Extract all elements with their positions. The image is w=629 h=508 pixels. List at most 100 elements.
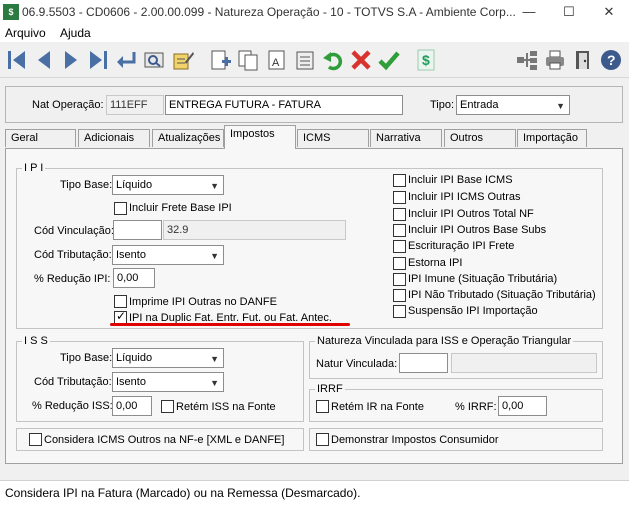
chevron-down-icon: ▼ <box>556 101 565 111</box>
iss-cod-tributacao-select[interactable]: Isento ▼ <box>112 372 224 392</box>
retem-ir-label: Retém IR na Fonte <box>331 401 424 413</box>
app-icon: $ <box>3 4 19 20</box>
ipi-tipo-base-select[interactable]: Líquido ▼ <box>112 175 224 195</box>
print-icon <box>546 50 564 70</box>
status-text: Considera IPI na Fatura (Marcado) ou na … <box>5 486 361 500</box>
imprime-ipi-checkbox[interactable] <box>114 295 127 308</box>
natur-vinculada-input[interactable] <box>399 353 448 373</box>
escrituracao-ipi-frete-label: Escrituração IPI Frete <box>408 240 515 252</box>
hierarchy-button[interactable] <box>515 48 539 72</box>
print-button[interactable] <box>543 48 567 72</box>
incluir-ipi-outros-total-label: Incluir IPI Outros Total NF <box>408 208 534 220</box>
reducao-iss-input[interactable]: 0,00 <box>112 396 152 416</box>
ipi-cod-tributacao-label: Cód Tributação: <box>34 249 112 261</box>
next-icon <box>65 51 77 69</box>
menu-ajuda[interactable]: Ajuda <box>60 26 91 40</box>
reducao-ipi-input[interactable]: 0,00 <box>113 268 155 288</box>
menu-bar <box>0 24 629 42</box>
chevron-down-icon: ▼ <box>210 378 219 388</box>
incluir-frete-label: Incluir Frete Base IPI <box>129 202 232 214</box>
prev-record-button[interactable] <box>32 48 56 72</box>
incluir-ipi-outros-base-label: Incluir IPI Outros Base Subs <box>408 224 547 236</box>
retem-iss-label: Retém ISS na Fonte <box>176 401 276 413</box>
reducao-ipi-label: % Redução IPI: <box>34 273 111 285</box>
copy-button[interactable] <box>236 48 260 72</box>
edit-form-icon <box>173 52 194 70</box>
demonstrar-impostos-label: Demonstrar Impostos Consumidor <box>331 434 499 446</box>
irrf-label: % IRRF: <box>455 401 497 413</box>
prev-icon <box>38 51 50 69</box>
edit-form-button[interactable] <box>171 48 195 72</box>
ipi-imune-checkbox[interactable] <box>393 273 406 286</box>
copy-icon <box>238 50 258 71</box>
first-record-button[interactable] <box>5 48 29 72</box>
suspensao-ipi-importacao-checkbox[interactable] <box>393 305 406 318</box>
tab-importacao[interactable]: Importação <box>517 129 587 147</box>
tab-outros[interactable]: Outros <box>444 129 516 147</box>
svg-text:A: A <box>272 57 280 69</box>
confirm-icon <box>378 51 400 71</box>
tab-geral[interactable]: Geral <box>5 129 76 147</box>
ipi-cod-tributacao-select[interactable]: Isento ▼ <box>112 245 224 265</box>
help-button[interactable]: ? <box>599 48 623 72</box>
incluir-ipi-outros-base-checkbox[interactable] <box>393 224 406 237</box>
demonstrar-impostos-checkbox[interactable] <box>316 433 329 446</box>
iss-tipo-base-select[interactable]: Líquido ▼ <box>112 348 224 368</box>
retem-ir-checkbox[interactable] <box>316 400 329 413</box>
chevron-down-icon: ▼ <box>210 354 219 364</box>
exit-button[interactable] <box>571 48 595 72</box>
incluir-ipi-base-icms-checkbox[interactable] <box>393 174 406 187</box>
iss-cod-tributacao-label: Cód Tributação: <box>34 376 112 388</box>
considera-icms-label: Considera ICMS Outros na NF-e [XML e DAN… <box>44 434 285 446</box>
ipi-nao-tributado-label: IPI Não Tributado (Situação Tributária) <box>408 289 596 301</box>
nat-operacao-description[interactable]: ENTREGA FUTURA - FATURA <box>165 95 403 115</box>
tab-narrativa[interactable]: Narrativa <box>370 129 442 147</box>
incluir-ipi-icms-outras-label: Incluir IPI ICMS Outras <box>408 191 521 203</box>
text-button[interactable]: A <box>265 48 289 72</box>
last-icon <box>90 51 107 69</box>
nat-operacao-label: Nat Operação: <box>32 99 104 111</box>
preview-button[interactable] <box>142 48 166 72</box>
next-record-button[interactable] <box>59 48 83 72</box>
list-button[interactable] <box>293 48 317 72</box>
irrf-input[interactable]: 0,00 <box>498 396 547 416</box>
confirm-button[interactable] <box>377 48 401 72</box>
cancel-button[interactable] <box>349 48 373 72</box>
natur-vinculada-label: Natur Vinculada: <box>316 358 398 370</box>
money-button[interactable]: $ <box>414 48 438 72</box>
tab-atualizacoes[interactable]: Atualizações <box>152 129 224 147</box>
incluir-ipi-outros-total-checkbox[interactable] <box>393 208 406 221</box>
minimize-button[interactable]: — <box>509 0 549 24</box>
iss-tipo-base-label: Tipo Base: <box>60 352 113 364</box>
iss-legend: I S S <box>22 335 50 347</box>
tab-adicionais[interactable]: Adicionais <box>78 129 150 147</box>
escrituracao-ipi-frete-checkbox[interactable] <box>393 240 406 253</box>
undo-button[interactable] <box>321 48 345 72</box>
tipo-value: Entrada <box>460 99 499 111</box>
menu-arquivo[interactable]: Arquivo <box>5 26 46 40</box>
incluir-frete-checkbox[interactable] <box>114 202 127 215</box>
highlight-underline <box>110 323 350 326</box>
last-record-button[interactable] <box>86 48 110 72</box>
new-icon <box>211 50 231 70</box>
cod-vinculacao-input[interactable] <box>113 220 162 240</box>
considera-icms-checkbox[interactable] <box>29 433 42 446</box>
estorna-ipi-checkbox[interactable] <box>393 257 406 270</box>
tab-impostos[interactable]: Impostos <box>224 125 296 149</box>
return-icon <box>117 52 136 68</box>
maximize-button[interactable]: ☐ <box>549 0 589 24</box>
first-icon <box>8 51 25 69</box>
ipi-tipo-base-label: Tipo Base: <box>60 179 113 191</box>
chevron-down-icon: ▼ <box>210 181 219 191</box>
ipi-nao-tributado-checkbox[interactable] <box>393 289 406 302</box>
return-button[interactable] <box>114 48 138 72</box>
tab-icms[interactable]: ICMS <box>297 129 369 147</box>
retem-iss-checkbox[interactable] <box>161 400 174 413</box>
new-button[interactable] <box>208 48 232 72</box>
undo-icon <box>323 52 343 71</box>
incluir-ipi-icms-outras-checkbox[interactable] <box>393 191 406 204</box>
close-button[interactable]: ✕ <box>589 0 629 24</box>
tipo-select[interactable]: Entrada ▼ <box>456 95 570 115</box>
ipi-legend: I P I <box>22 162 46 174</box>
reducao-iss-label: % Redução ISS: <box>32 400 113 412</box>
